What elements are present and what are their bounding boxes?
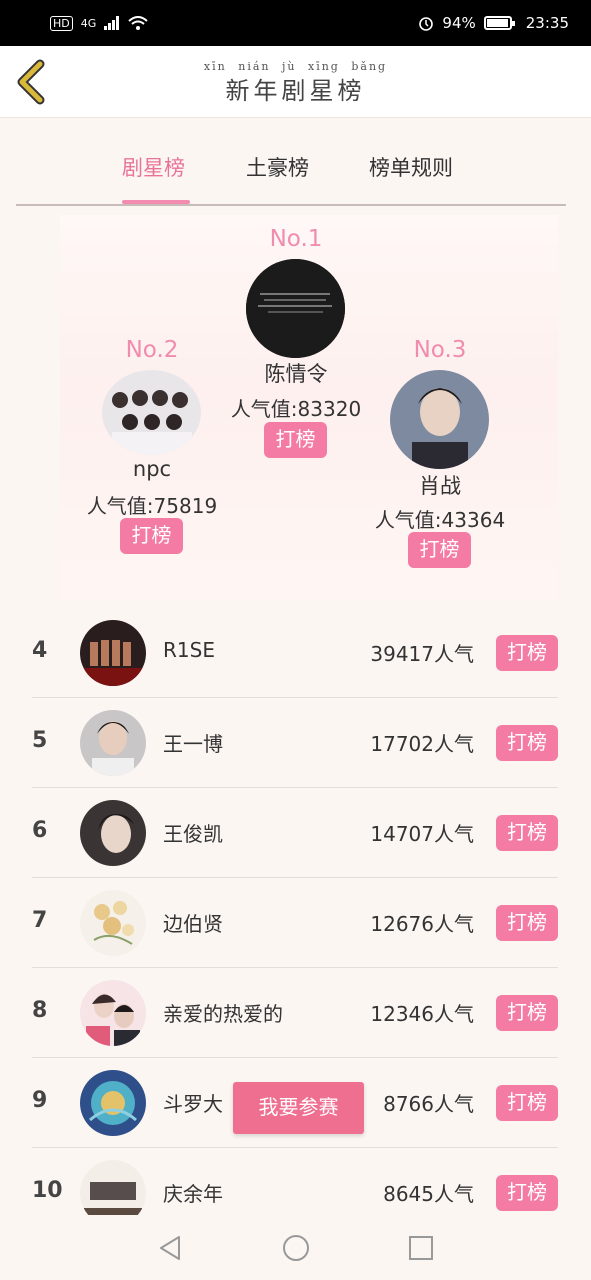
avatar[interactable] — [80, 980, 146, 1046]
signal-icon — [104, 16, 120, 30]
list-item: 5 王一博 17702人气 打榜 — [32, 698, 558, 788]
vote-button[interactable]: 打榜 — [496, 1085, 558, 1121]
vote-button-rank-1[interactable]: 打榜 — [264, 422, 327, 458]
triangle-back-icon — [160, 1236, 180, 1260]
avatar[interactable] — [80, 800, 146, 866]
list-item: 6 王俊凯 14707人气 打榜 — [32, 788, 558, 878]
avatar-rank-2[interactable] — [102, 370, 201, 455]
rank-number: 4 — [32, 638, 48, 663]
active-tab-indicator — [122, 200, 190, 204]
vote-button[interactable]: 打榜 — [496, 1175, 558, 1211]
rank-number: 5 — [32, 728, 48, 753]
podium-rank-2: No.2 — [125, 337, 179, 363]
tab-bar: 剧星榜 土豪榜 榜单规则 — [16, 148, 566, 206]
square-recents-icon — [409, 1236, 433, 1260]
rank-number: 9 — [32, 1088, 48, 1113]
system-nav-bar — [0, 1215, 591, 1280]
avatar-rank-1[interactable] — [246, 259, 345, 358]
podium-popularity-3: 人气值:43364 — [374, 508, 506, 532]
podium-name-2: npc — [132, 457, 172, 481]
tab-rules[interactable]: 榜单规则 — [369, 152, 453, 182]
item-popularity: 14707人气 — [370, 822, 474, 846]
item-popularity: 12346人气 — [370, 1002, 474, 1026]
page-title-block: xīn nián jù xīng bǎng 新年剧星榜 — [0, 60, 591, 106]
clock: 23:35 — [525, 14, 569, 32]
rank-number: 8 — [32, 998, 48, 1023]
rank-number: 6 — [32, 818, 48, 843]
avatar[interactable] — [80, 710, 146, 776]
item-popularity: 39417人气 — [370, 642, 474, 666]
item-name: 王一博 — [163, 732, 223, 756]
hd-icon: HD — [50, 15, 73, 31]
item-popularity: 17702人气 — [370, 732, 474, 756]
podium-name-1: 陈情令 — [264, 362, 328, 386]
vote-button[interactable]: 打榜 — [496, 905, 558, 941]
tab-tycoon[interactable]: 土豪榜 — [246, 152, 309, 182]
header: xīn nián jù xīng bǎng 新年剧星榜 — [0, 46, 591, 118]
item-popularity: 8645人气 — [383, 1182, 474, 1206]
vote-button[interactable]: 打榜 — [496, 725, 558, 761]
podium-rank-1: No.1 — [269, 226, 323, 252]
vote-button-rank-2[interactable]: 打榜 — [120, 518, 183, 554]
item-name: 王俊凯 — [163, 822, 223, 846]
group-photo-image — [102, 370, 201, 455]
status-bar: HD 4G 94% 23:35 — [0, 0, 591, 46]
list-item: 8 亲爱的热爱的 12346人气 打榜 — [32, 968, 558, 1058]
alarm-icon — [419, 17, 434, 31]
page-title: 新年剧星榜 — [225, 77, 366, 105]
item-popularity: 12676人气 — [370, 912, 474, 936]
item-name: 庆余年 — [163, 1182, 223, 1206]
battery-icon — [483, 16, 515, 30]
join-contest-button[interactable]: 我要参赛 — [233, 1082, 364, 1134]
tab-drama-star[interactable]: 剧星榜 — [122, 152, 185, 182]
poster-image — [246, 259, 345, 358]
list-item: 7 边伯贤 12676人气 打榜 — [32, 878, 558, 968]
item-name: 亲爱的热爱的 — [163, 1002, 283, 1026]
vote-button[interactable]: 打榜 — [496, 995, 558, 1031]
podium-popularity-2: 人气值:75819 — [86, 494, 218, 518]
rank-number: 10 — [32, 1178, 63, 1203]
circle-home-icon — [283, 1235, 309, 1261]
battery-percent: 94% — [442, 14, 476, 32]
network-type: 4G — [80, 16, 97, 30]
wifi-icon — [128, 16, 148, 30]
item-name: 边伯贤 — [163, 912, 223, 936]
podium-name-3: 肖战 — [419, 474, 461, 498]
podium-popularity-1: 人气值:83320 — [230, 397, 362, 421]
nav-recents-button[interactable] — [406, 1233, 436, 1263]
avatar[interactable] — [80, 620, 146, 686]
avatar[interactable] — [80, 890, 146, 956]
rank-number: 7 — [32, 908, 48, 933]
nav-home-button[interactable] — [281, 1233, 311, 1263]
item-name: R1SE — [163, 638, 215, 662]
item-popularity: 8766人气 — [383, 1092, 474, 1116]
vote-button-rank-3[interactable]: 打榜 — [408, 532, 471, 568]
item-name: 斗罗大 — [163, 1092, 223, 1116]
vote-button[interactable]: 打榜 — [496, 635, 558, 671]
avatar[interactable] — [80, 1070, 146, 1136]
nav-back-button[interactable] — [155, 1233, 185, 1263]
avatar-rank-3[interactable] — [390, 370, 489, 469]
portrait-image — [390, 370, 489, 469]
podium-rank-3: No.3 — [413, 337, 467, 363]
vote-button[interactable]: 打榜 — [496, 815, 558, 851]
ranking-list: 4 R1SE 39417人气 打榜 5 王一博 17702人气 打榜 6 王俊凯… — [32, 608, 558, 1238]
list-item: 4 R1SE 39417人气 打榜 — [32, 608, 558, 698]
